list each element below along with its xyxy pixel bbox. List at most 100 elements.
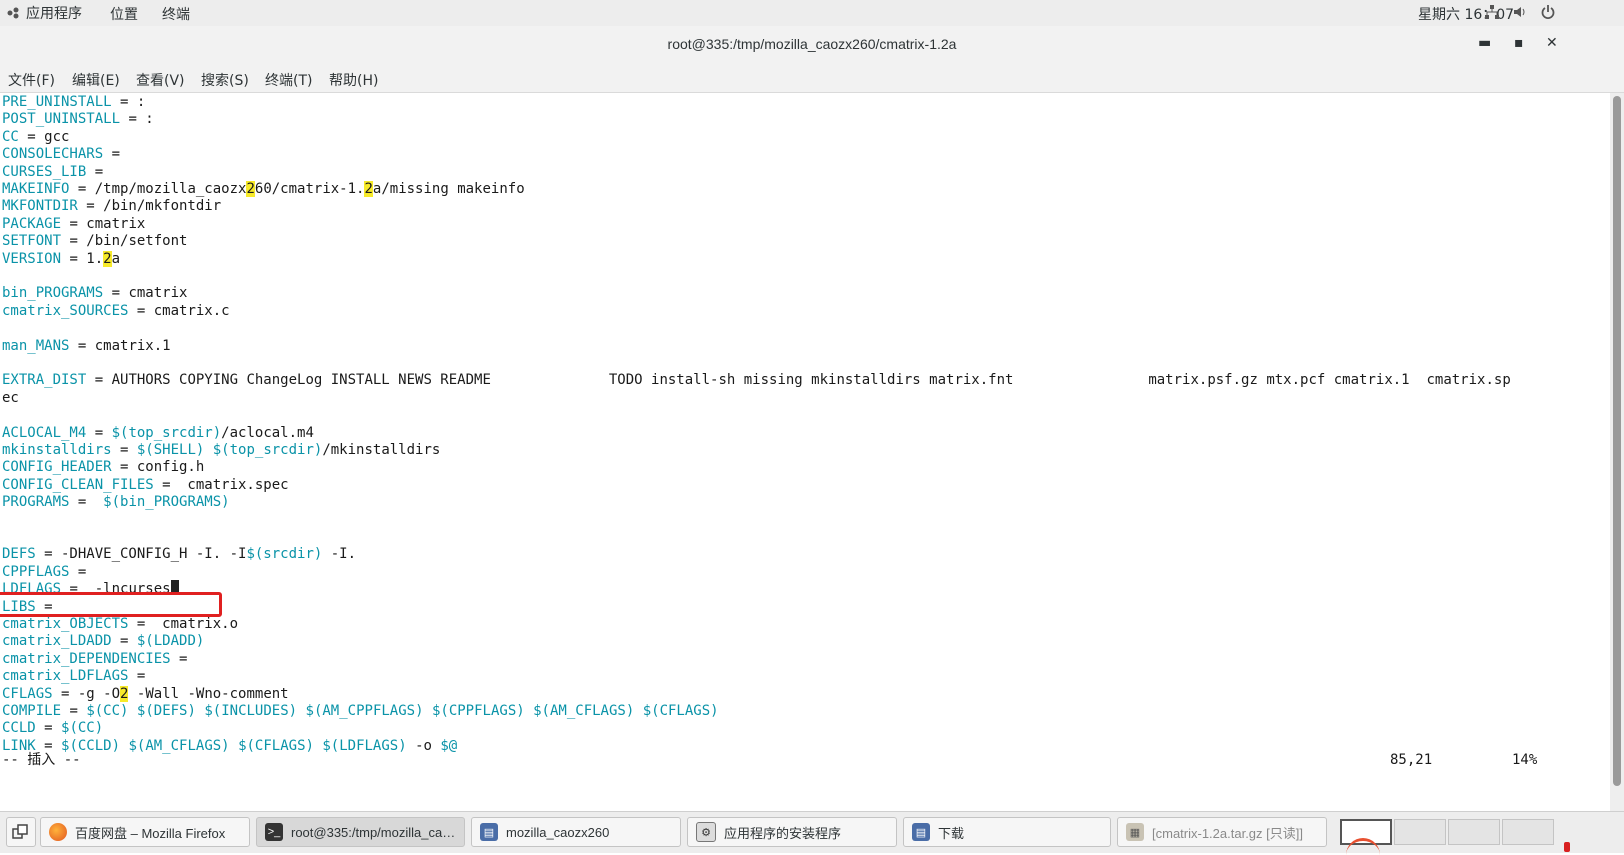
terminal-line: CPPFLAGS =	[2, 563, 86, 581]
network-icon[interactable]	[1484, 4, 1500, 24]
taskbar-item-folder-mozilla[interactable]: ▤ mozilla_caozx260	[471, 817, 681, 847]
makefile-variable: cmatrix_LDADD	[2, 633, 112, 649]
makefile-variable: CONSOLECHARS	[2, 146, 104, 162]
taskbar-item-downloads[interactable]: ▤ 下载	[903, 817, 1111, 847]
makefile-value: =	[103, 146, 121, 162]
applications-menu[interactable]: 应用程序	[6, 3, 82, 23]
makefile-variable: CURSES_LIB	[2, 164, 87, 180]
makefile-value: =	[86, 164, 104, 180]
archive-icon: ▦	[1126, 823, 1144, 841]
terminal-line: CONFIG_CLEAN_FILES = cmatrix.spec	[2, 476, 289, 494]
maximize-button[interactable]: ▪	[1514, 35, 1524, 51]
show-desktop-button[interactable]	[6, 817, 36, 847]
makefile-variable: COMPILE	[2, 703, 62, 719]
makefile-value: = cmatrix.o	[128, 616, 239, 632]
volume-icon[interactable]	[1512, 4, 1528, 24]
annotation-highlight-box	[0, 592, 222, 617]
taskbar-item-label: 下载	[938, 825, 965, 841]
taskbar-item-firefox[interactable]: 百度网盘 – Mozilla Firefox	[40, 817, 250, 847]
makefile-variable: CONFIG_CLEAN_FILES	[2, 477, 154, 493]
applications-menu-label: 应用程序	[26, 6, 82, 22]
makefile-variable: VERSION	[2, 251, 62, 267]
workspace-3[interactable]	[1448, 819, 1500, 845]
terminal-icon: >_	[265, 823, 283, 841]
terminal-line: cmatrix_DEPENDENCIES =	[2, 650, 187, 668]
makefile-value: = $(CC) $(DEFS) $(INCLUDES) $(AM_CPPFLAG…	[61, 703, 719, 719]
vim-mode-indicator: -- 插入 --	[2, 752, 81, 768]
menu-view[interactable]: 查看(V)	[136, 70, 185, 90]
makefile-variable: cmatrix_LDFLAGS	[2, 668, 129, 684]
makefile-value: = $(LDADD)	[111, 633, 205, 649]
power-icon[interactable]	[1540, 4, 1556, 24]
makefile-variable: PRE_UNINSTALL	[2, 94, 112, 110]
terminal-line: PROGRAMS = $(bin_PROGRAMS)	[2, 493, 230, 511]
makefile-value: = /bin/mkfontdir	[77, 198, 222, 214]
menubar: 文件(F) 编辑(E) 查看(V) 搜索(S) 终端(T) 帮助(H)	[0, 64, 1624, 93]
menu-search[interactable]: 搜索(S)	[201, 70, 249, 90]
makefile-value: = -DHAVE_CONFIG_H -I. -I$(srcdir) -I.	[35, 546, 357, 562]
terminal-view[interactable]: PRE_UNINSTALL = : POST_UNINSTALL = : CC = …	[0, 93, 1610, 813]
terminal-line: PACKAGE = cmatrix	[2, 215, 145, 233]
makefile-variable: cmatrix_OBJECTS	[2, 616, 129, 632]
close-button[interactable]: ✕	[1546, 35, 1558, 51]
taskbar-item-label: 应用程序的安装程序	[724, 825, 842, 841]
terminal-line: cmatrix_LDADD = $(LDADD)	[2, 632, 204, 650]
terminal-line: PRE_UNINSTALL = :	[2, 93, 145, 111]
makefile-value: = $(bin_PROGRAMS)	[69, 494, 230, 510]
taskbar-item-installer[interactable]: ⚙ 应用程序的安装程序	[687, 817, 897, 847]
show-desktop-icon	[12, 824, 28, 839]
scrollbar-thumb[interactable]	[1613, 96, 1621, 786]
makefile-value: = $(SHELL) $(top_srcdir)/mkinstalldirs	[111, 442, 441, 458]
top-panel: 应用程序 位置 终端 星期六 16：07	[0, 0, 1624, 27]
terminal-line: ACLOCAL_M4 = $(top_srcdir)/aclocal.m4	[2, 424, 314, 442]
minimize-button[interactable]: ▬	[1478, 35, 1491, 51]
makefile-value: = cmatrix.c	[128, 303, 230, 319]
makefile-value: = cmatrix	[103, 285, 188, 301]
makefile-variable: CFLAGS	[2, 686, 53, 702]
terminal-line: bin_PROGRAMS = cmatrix	[2, 284, 187, 302]
makefile-variable: EXTRA_DIST	[2, 372, 87, 388]
taskbar-item-label: root@335:/tmp/mozilla_ca…	[291, 824, 456, 840]
folder-icon: ▤	[480, 823, 498, 841]
workspace-2[interactable]	[1394, 819, 1446, 845]
makefile-value: = /bin/setfont	[61, 233, 188, 249]
makefile-variable: DEFS	[2, 546, 36, 562]
menu-edit[interactable]: 编辑(E)	[72, 70, 120, 90]
taskbar-item-label: 百度网盘 – Mozilla Firefox	[75, 825, 226, 841]
terminal-line: POST_UNINSTALL = :	[2, 110, 154, 128]
workspace-4[interactable]	[1502, 819, 1554, 845]
makefile-value: = AUTHORS COPYING ChangeLog INSTALL NEWS…	[86, 372, 1511, 388]
makefile-variable: PROGRAMS	[2, 494, 70, 510]
makefile-value: = $(CC)	[35, 720, 104, 736]
taskbar-item-terminal[interactable]: >_ root@335:/tmp/mozilla_ca…	[256, 817, 465, 847]
terminal-line: VERSION = 1.2a	[2, 250, 120, 268]
makefile-value: =	[170, 651, 188, 667]
terminal-line: cmatrix_OBJECTS = cmatrix.o	[2, 615, 238, 633]
makefile-variable: CCLD	[2, 720, 36, 736]
makefile-variable: CONFIG_HEADER	[2, 459, 112, 475]
menu-help[interactable]: 帮助(H)	[329, 70, 378, 90]
makefile-variable: CC	[2, 129, 19, 145]
window-title: root@335:/tmp/mozilla_caozx260/cmatrix-1…	[667, 36, 957, 52]
makefile-value: = -g -O2 -Wall -Wno-comment	[52, 686, 289, 702]
terminal-line: DEFS = -DHAVE_CONFIG_H -I. -I$(srcdir) -…	[2, 545, 356, 563]
makefile-value: = cmatrix	[61, 216, 146, 232]
menu-terminal[interactable]: 终端(T)	[265, 70, 312, 90]
makefile-variable: MKFONTDIR	[2, 198, 78, 214]
makefile-variable: PACKAGE	[2, 216, 62, 232]
terminal-line: cmatrix_SOURCES = cmatrix.c	[2, 302, 230, 320]
makefile-value: = config.h	[111, 459, 205, 475]
taskbar-item-archive[interactable]: ▦ [cmatrix-1.2a.tar.gz [只读]]	[1117, 817, 1327, 847]
terminal-menu[interactable]: 终端	[162, 4, 190, 24]
menu-file[interactable]: 文件(F)	[8, 70, 55, 90]
makefile-value: =	[69, 564, 87, 580]
makefile-value: = 1.2a	[61, 251, 121, 267]
window-titlebar[interactable]: root@335:/tmp/mozilla_caozx260/cmatrix-1…	[0, 26, 1624, 65]
annotation-mark	[1564, 842, 1570, 852]
terminal-line: man_MANS = cmatrix.1	[2, 337, 171, 355]
terminal-line: CFLAGS = -g -O2 -Wall -Wno-comment	[2, 685, 289, 703]
places-menu[interactable]: 位置	[110, 4, 138, 24]
makefile-value: = :	[120, 111, 154, 127]
makefile-variable: man_MANS	[2, 338, 70, 354]
makefile-value: ec	[2, 390, 19, 406]
